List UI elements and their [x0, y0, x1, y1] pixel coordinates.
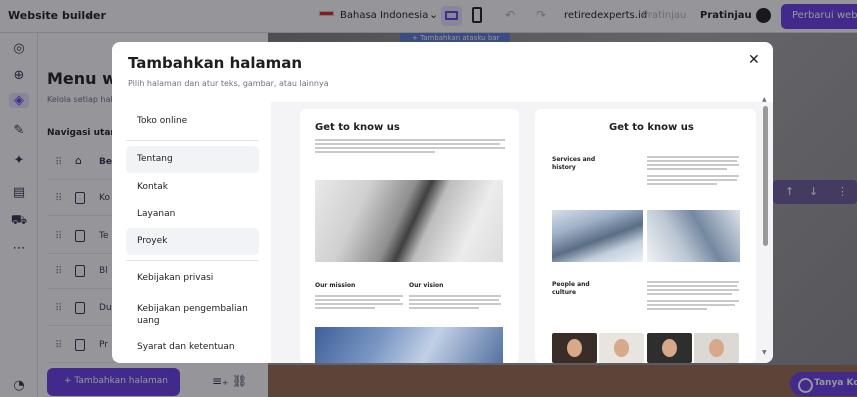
text-line	[647, 300, 739, 302]
text-line	[409, 307, 479, 309]
text-line	[315, 139, 505, 141]
page-type-refund-policy[interactable]: Kebijakan pengembalian uang	[126, 303, 259, 327]
scroll-thumb[interactable]	[763, 106, 768, 246]
building-image	[315, 327, 503, 363]
team-photo	[647, 333, 692, 363]
text-line	[647, 285, 737, 287]
services-heading: Services and history	[552, 156, 596, 171]
page-type-terms[interactable]: Syarat dan ketentuan	[126, 341, 259, 353]
team-photo	[694, 333, 739, 363]
modal-subtitle: Pilih halaman dan atur teks, gambar, ata…	[128, 79, 329, 88]
text-line	[315, 307, 375, 309]
page-type-list: Toko online Tentang Kontak Layanan Proye…	[126, 109, 274, 363]
about-template-card-1[interactable]: Get to know us Our mission Our vision	[300, 109, 519, 363]
template-scrollbar[interactable]: ▲ ▼	[762, 96, 770, 361]
team-photo	[552, 333, 597, 363]
text-line	[647, 175, 739, 177]
template-heading: Get to know us	[609, 122, 694, 133]
text-line	[647, 289, 739, 291]
template-heading: Get to know us	[315, 122, 400, 133]
list-divider	[126, 140, 259, 141]
text-line	[409, 295, 501, 297]
page-type-online-store[interactable]: Toko online	[126, 115, 259, 127]
page-type-contact[interactable]: Kontak	[126, 181, 259, 193]
architecture-image	[552, 210, 643, 262]
mission-heading: Our mission	[315, 282, 356, 289]
text-line	[647, 168, 727, 170]
modal-title: Tambahkan halaman	[128, 54, 303, 72]
text-line	[315, 151, 435, 153]
text-line	[647, 293, 732, 295]
text-line	[315, 299, 400, 301]
team-photo	[599, 333, 644, 363]
about-template-card-2[interactable]: Get to know us Services and history Peop…	[535, 109, 756, 363]
text-line	[315, 147, 505, 149]
vision-heading: Our vision	[409, 282, 444, 289]
text-line	[647, 164, 739, 166]
text-line	[647, 179, 737, 181]
list-divider	[126, 260, 259, 261]
text-line	[315, 295, 403, 297]
text-line	[647, 308, 707, 310]
architecture-image	[647, 210, 740, 262]
people-heading: People and culture	[552, 281, 590, 296]
text-line	[647, 281, 739, 283]
text-line	[647, 156, 739, 158]
text-line	[315, 143, 500, 145]
close-icon[interactable]: ✕	[748, 52, 760, 68]
architecture-image	[315, 180, 503, 262]
text-line	[647, 183, 717, 185]
page-type-services[interactable]: Layanan	[126, 208, 259, 220]
add-page-modal: Tambahkan halaman Pilih halaman dan atur…	[112, 42, 773, 363]
scroll-up-icon[interactable]: ▲	[762, 96, 767, 103]
text-line	[409, 299, 499, 301]
page-type-privacy-policy[interactable]: Kebijakan privasi	[126, 272, 259, 284]
text-line	[315, 303, 403, 305]
text-line	[647, 304, 735, 306]
text-line	[409, 303, 501, 305]
page-type-projects[interactable]: Proyek	[126, 228, 259, 255]
text-line	[647, 160, 737, 162]
page-type-about[interactable]: Tentang	[126, 146, 259, 173]
scroll-down-icon[interactable]: ▼	[762, 349, 767, 356]
